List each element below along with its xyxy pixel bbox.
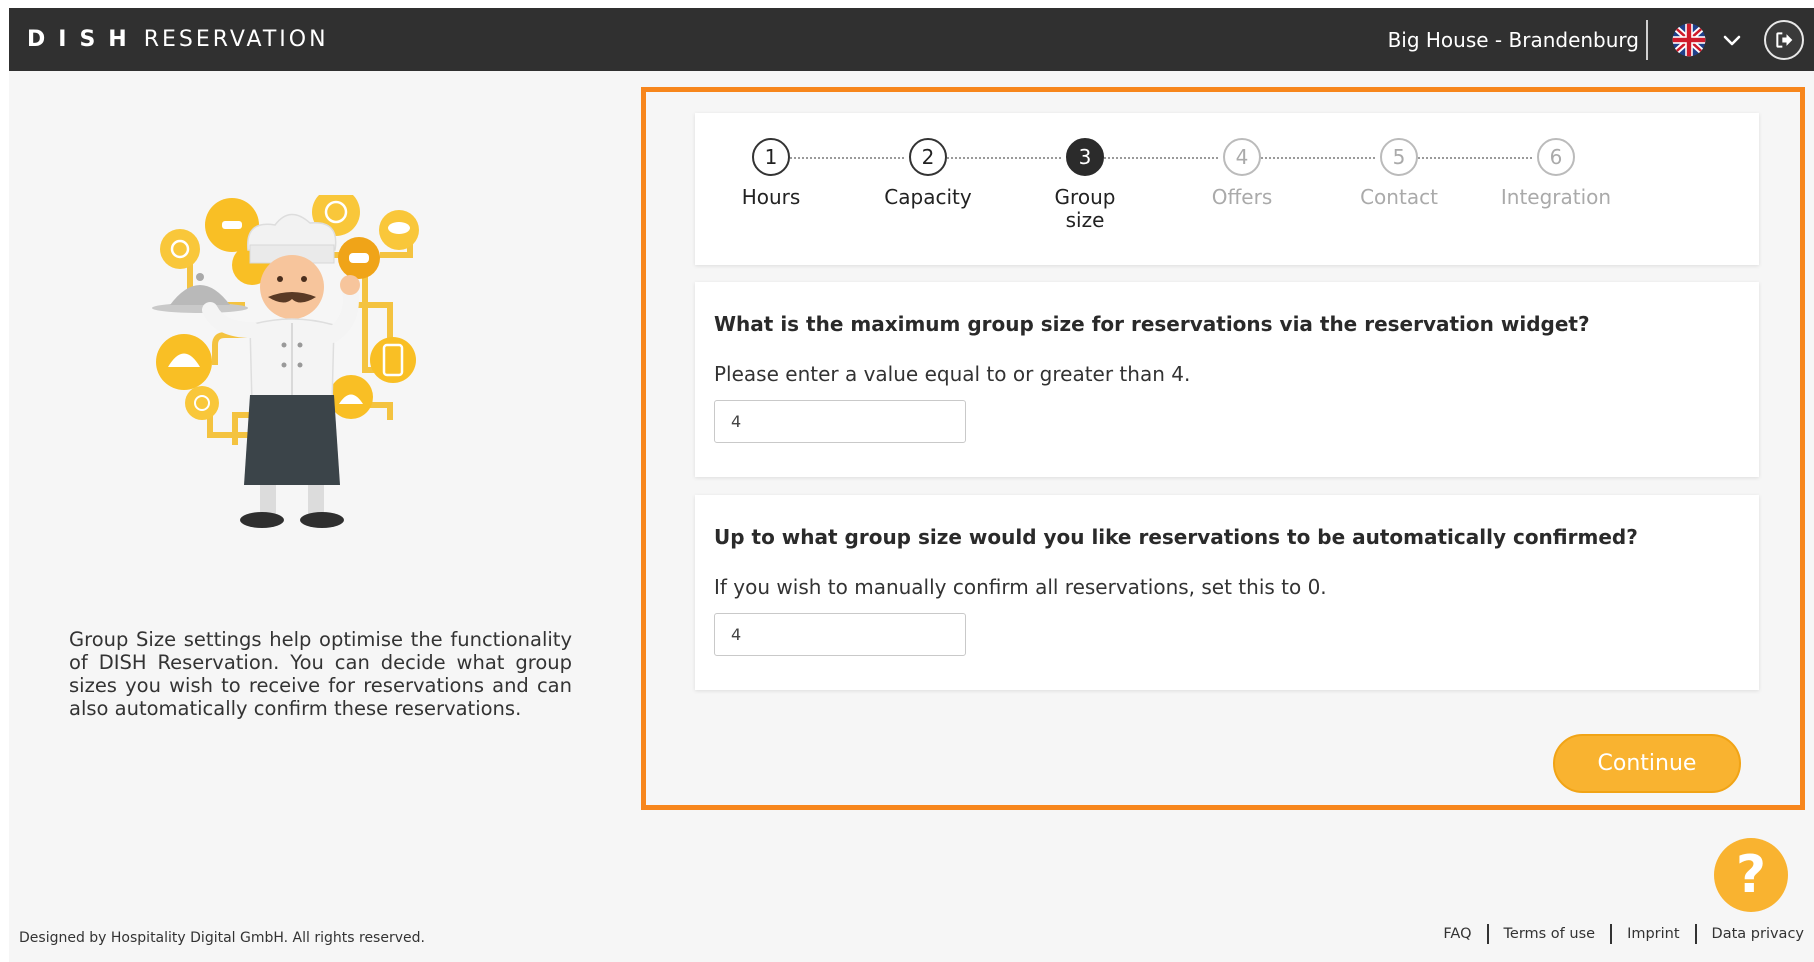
logo-product: RESERVATION bbox=[143, 27, 329, 52]
step-label: Contact bbox=[1360, 185, 1438, 209]
help-button[interactable]: ? bbox=[1714, 838, 1788, 912]
faq-link[interactable]: FAQ bbox=[1428, 926, 1486, 942]
max-group-size-hint: Please enter a value equal to or greater… bbox=[714, 362, 1191, 386]
imprint-link[interactable]: Imprint bbox=[1612, 926, 1694, 942]
chevron-down-icon[interactable] bbox=[1720, 28, 1744, 52]
auto-confirm-question: Up to what group size would you like res… bbox=[714, 525, 1638, 549]
step-contact: 5 Contact bbox=[1319, 113, 1479, 209]
step-number: 6 bbox=[1537, 138, 1575, 176]
setup-stepper: 1 Hours 2 Capacity 3 Group size 4 Offers… bbox=[695, 113, 1759, 265]
venue-name[interactable]: Big House - Brandenburg bbox=[1388, 8, 1639, 71]
privacy-link[interactable]: Data privacy bbox=[1697, 926, 1804, 942]
step-offers: 4 Offers bbox=[1162, 113, 1322, 209]
top-bar: DISH RESERVATION Big House - Brandenburg bbox=[9, 8, 1814, 71]
step-label: Integration bbox=[1500, 185, 1612, 209]
logout-button[interactable] bbox=[1764, 20, 1804, 60]
auto-confirm-input[interactable] bbox=[714, 613, 966, 656]
step-number: 5 bbox=[1380, 138, 1418, 176]
step-label: Group size bbox=[1054, 185, 1116, 232]
footer-links: FAQ Terms of use Imprint Data privacy bbox=[1428, 924, 1804, 944]
step-hours[interactable]: 1 Hours bbox=[691, 113, 851, 209]
step-number: 4 bbox=[1223, 138, 1261, 176]
step-capacity[interactable]: 2 Capacity bbox=[848, 113, 1008, 209]
max-group-size-question: What is the maximum group size for reser… bbox=[714, 312, 1590, 336]
chef-illustration bbox=[152, 195, 419, 528]
step-number: 2 bbox=[909, 138, 947, 176]
step-group-size[interactable]: 3 Group size bbox=[1005, 113, 1165, 232]
uk-flag-icon[interactable] bbox=[1670, 23, 1708, 57]
step-integration: 6 Integration bbox=[1476, 113, 1636, 209]
logo-brand: DISH bbox=[27, 27, 140, 52]
step-label: Capacity bbox=[884, 185, 972, 209]
max-group-size-input[interactable] bbox=[714, 400, 966, 443]
step-label: Offers bbox=[1211, 185, 1273, 209]
max-group-size-card: What is the maximum group size for reser… bbox=[695, 282, 1759, 477]
step-label: Hours bbox=[741, 185, 801, 209]
header-divider bbox=[1646, 20, 1648, 60]
question-mark-icon: ? bbox=[1735, 845, 1767, 905]
terms-link[interactable]: Terms of use bbox=[1489, 926, 1611, 942]
copyright-text: Designed by Hospitality Digital GmbH. Al… bbox=[19, 930, 425, 946]
dish-logo[interactable]: DISH RESERVATION bbox=[27, 8, 329, 71]
step-number: 3 bbox=[1066, 138, 1104, 176]
auto-confirm-hint: If you wish to manually confirm all rese… bbox=[714, 575, 1327, 599]
step-number: 1 bbox=[752, 138, 790, 176]
auto-confirm-card: Up to what group size would you like res… bbox=[695, 495, 1759, 690]
logout-icon bbox=[1776, 32, 1793, 48]
group-size-description: Group Size settings help optimise the fu… bbox=[69, 628, 572, 720]
continue-button[interactable]: Continue bbox=[1553, 734, 1741, 793]
